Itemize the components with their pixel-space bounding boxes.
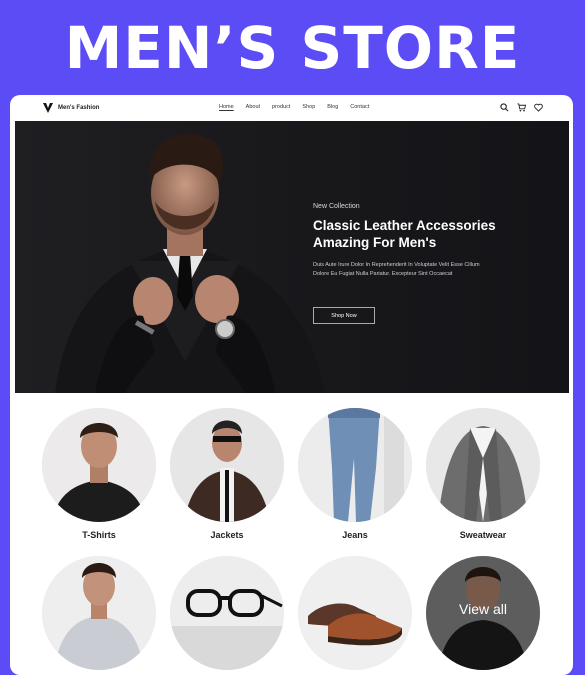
menu-about[interactable]: About xyxy=(246,104,260,110)
heart-icon[interactable] xyxy=(534,103,543,112)
category-image xyxy=(298,556,412,670)
category-label: T-Shirts xyxy=(82,530,116,540)
brand-mark-icon xyxy=(43,103,53,113)
main-menu: Home About product Shop Blog Contact xyxy=(219,104,369,110)
search-icon[interactable] xyxy=(500,103,509,112)
view-all-category[interactable]: View all xyxy=(426,556,540,670)
hero-heading-line2: Amazing For Men's xyxy=(313,235,437,250)
category-image xyxy=(426,408,540,522)
menu-product[interactable]: product xyxy=(272,104,290,110)
hero-heading-line1: Classic Leather Accessories xyxy=(313,218,496,233)
category-shoes[interactable] xyxy=(298,556,412,675)
category-sweatwear[interactable]: Sweatwear xyxy=(426,408,540,540)
menu-contact[interactable]: Contact xyxy=(350,104,369,110)
category-image xyxy=(170,556,284,670)
store-preview: Men's Fashion Home About product Shop Bl… xyxy=(10,95,573,675)
category-image xyxy=(298,408,412,522)
category-image xyxy=(170,408,284,522)
cart-icon[interactable] xyxy=(517,103,526,112)
category-jeans[interactable]: Jeans xyxy=(298,408,412,540)
category-image xyxy=(42,556,156,670)
menu-blog[interactable]: Blog xyxy=(327,104,338,110)
hero-model-image xyxy=(55,133,325,393)
hero-tagline: New Collection xyxy=(313,203,360,210)
category-tshirts[interactable]: T-Shirts xyxy=(42,408,156,540)
top-nav: Men's Fashion Home About product Shop Bl… xyxy=(10,95,573,121)
hero-content: New Collection Classic Leather Accessori… xyxy=(313,203,543,324)
shop-now-button[interactable]: Shop Now xyxy=(313,307,375,324)
category-shirts[interactable] xyxy=(42,556,156,675)
hero-description: Duis Aute Irure Dolor In Reprehenderit I… xyxy=(313,261,543,279)
view-all-label: View all xyxy=(459,601,507,617)
category-label: Jackets xyxy=(210,530,244,540)
hero-desc-line2: Dolore Eu Fugiat Nulla Pariatur. Excepte… xyxy=(313,271,453,277)
menu-home[interactable]: Home xyxy=(219,104,234,110)
category-image: View all xyxy=(426,556,540,670)
hero-banner: New Collection Classic Leather Accessori… xyxy=(15,121,569,393)
category-label: Sweatwear xyxy=(459,530,507,540)
category-jackets[interactable]: Jackets xyxy=(170,408,284,540)
menu-shop[interactable]: Shop xyxy=(302,104,315,110)
brand-name: Men's Fashion xyxy=(58,105,100,111)
brand-logo[interactable]: Men's Fashion xyxy=(42,102,99,114)
category-label: Jeans xyxy=(342,530,368,540)
hero-desc-line1: Duis Aute Irure Dolor In Reprehenderit I… xyxy=(313,262,480,268)
nav-actions xyxy=(500,103,543,112)
category-eyewear[interactable] xyxy=(170,556,284,675)
page-title: MEN’S STORE xyxy=(64,14,521,82)
category-image xyxy=(42,408,156,522)
